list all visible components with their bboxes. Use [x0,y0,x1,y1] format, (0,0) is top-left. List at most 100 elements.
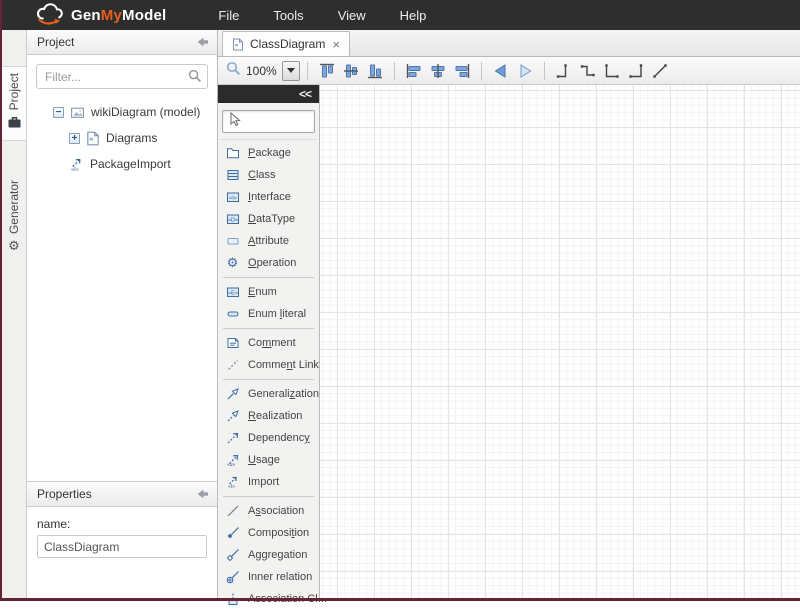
datatype-icon: «D» [225,212,240,226]
menu-view[interactable]: View [338,8,366,23]
palette-item-comment[interactable]: Comment [218,332,319,354]
palette-item-inner-relation[interactable]: Inner relation [218,566,319,588]
connector-straight-button[interactable] [648,59,672,83]
realization-icon [225,409,240,423]
palette-item-enum[interactable]: «E»Enum [218,281,319,303]
menu-help[interactable]: Help [400,8,427,23]
connector-elbow-2-button[interactable] [576,59,600,83]
tree-item-packageimport[interactable]: «I» PackageImport [27,151,217,177]
palette-item-package[interactable]: Package [218,142,319,164]
project-panel: Project −wikiDiagram (model) + Diagrams «I»… [27,30,218,481]
operation-icon: ⚙ [225,257,240,270]
connector-elbow-1-button[interactable] [552,59,576,83]
palette-item-generalization[interactable]: Generalization [218,383,319,405]
palette-item-attribute[interactable]: Attribute [218,230,319,252]
diagram-tab-bar: ClassDiagram × [218,30,800,57]
palette-item-label: Import [248,476,279,488]
palette-item-import[interactable]: «I» Import [218,471,319,493]
palette-item-class[interactable]: Class [218,164,319,186]
import-icon: «I» [225,475,240,489]
tree-item-label: Diagrams [106,131,157,145]
tree-item-wikidiagram-model[interactable]: −wikiDiagram (model) [27,99,217,125]
side-tab-strip: Project Generator ⚙ [2,30,27,598]
menu-tools[interactable]: Tools [273,8,303,23]
menu-file[interactable]: File [218,8,239,23]
palette-item-dependency[interactable]: Dependency [218,427,319,449]
sidebar-tab-project[interactable]: Project [2,66,27,141]
diagrams-icon [86,131,100,146]
palette-collapse-button[interactable]: << [299,88,311,100]
flip-left-button[interactable] [489,59,513,83]
palette-item-label: Usage [248,454,280,466]
tree-item-label: PackageImport [90,157,171,171]
inner-relation-icon [225,570,240,584]
project-tree: −wikiDiagram (model) + Diagrams «I» PackageI… [27,99,217,177]
gear-icon: ⚙ [8,240,20,253]
align-middle-button[interactable] [339,59,363,83]
comment-link-icon [225,358,240,372]
selection-tool-button[interactable] [222,110,315,133]
palette-item-interface[interactable]: «I» Interface [218,186,319,208]
zoom-dropdown-button[interactable] [282,61,300,81]
genmymodel-logo[interactable]: GenMyModel [34,3,166,27]
collapse-left-icon[interactable] [196,36,209,48]
connector-elbow-3-button[interactable] [600,59,624,83]
usage-icon: «u» [225,453,240,467]
expand-node-icon[interactable]: + [69,133,80,144]
zoom-control[interactable]: 100% [226,61,300,81]
align-left-button[interactable] [402,59,426,83]
palette-item-label: Composition [248,527,309,539]
flip-right-button[interactable] [513,59,537,83]
filter-field-wrap [36,64,208,89]
svg-text:«I»: «I» [71,166,78,171]
sidebar-tab-generator[interactable]: Generator ⚙ [2,176,26,257]
palette-item-label: Class [248,169,276,181]
palette-item-comment-link[interactable]: Comment Link [218,354,319,376]
collapse-left-icon[interactable] [196,488,209,500]
cloud-logo-icon [34,3,64,27]
connector-elbow-4-button[interactable] [624,59,648,83]
align-top-button[interactable] [315,59,339,83]
name-field-label: name: [37,517,207,531]
enum-literal-icon [225,307,240,321]
toolbar-separator [481,62,482,80]
collapse-node-icon[interactable]: − [53,107,64,118]
align-center-button[interactable] [426,59,450,83]
menu-bar: File Tools View Help [218,8,426,23]
palette-item-aggregation[interactable]: Aggregation [218,544,319,566]
palette-item-realization[interactable]: Realization [218,405,319,427]
palette-item-operation[interactable]: ⚙Operation [218,252,319,274]
class-icon [225,168,240,182]
palette-item-label: Comment Link [248,359,319,371]
tree-item-diagrams[interactable]: + Diagrams [27,125,217,151]
tab-close-icon[interactable]: × [332,38,340,51]
diagram-canvas[interactable] [320,85,800,598]
palette-group-separator [223,328,314,329]
palette-item-usage[interactable]: «u» Usage [218,449,319,471]
project-panel-title: Project [37,35,196,49]
align-bottom-button[interactable] [363,59,387,83]
uml-palette: << Package Class «I» Interface «D»DataType At… [218,85,320,598]
palette-item-label: Inner relation [248,571,312,583]
palette-header: << [218,85,319,103]
svg-text:«u»: «u» [227,462,236,467]
name-field-input[interactable] [37,535,207,558]
svg-text:«I»: «I» [229,195,237,201]
palette-item-label: Attribute [248,235,289,247]
palette-item-enum-literal[interactable]: Enum literal [218,303,319,325]
palette-item-label: Aggregation [248,549,307,561]
palette-item-association[interactable]: Association [218,500,319,522]
properties-panel-header: Properties [27,482,217,507]
toolbar-separator [307,62,308,80]
align-right-button[interactable] [450,59,474,83]
filter-input[interactable] [36,64,208,89]
package-import-icon: «I» [69,157,84,172]
palette-item-label: Realization [248,410,302,422]
palette-item-composition[interactable]: Composition [218,522,319,544]
enum-icon: «E» [225,285,240,299]
tab-classdiagram[interactable]: ClassDiagram × [222,31,350,56]
svg-text:«I»: «I» [228,484,235,489]
palette-item-datatype[interactable]: «D»DataType [218,208,319,230]
magnifier-icon [226,61,241,81]
palette-item-label: Interface [248,191,291,203]
